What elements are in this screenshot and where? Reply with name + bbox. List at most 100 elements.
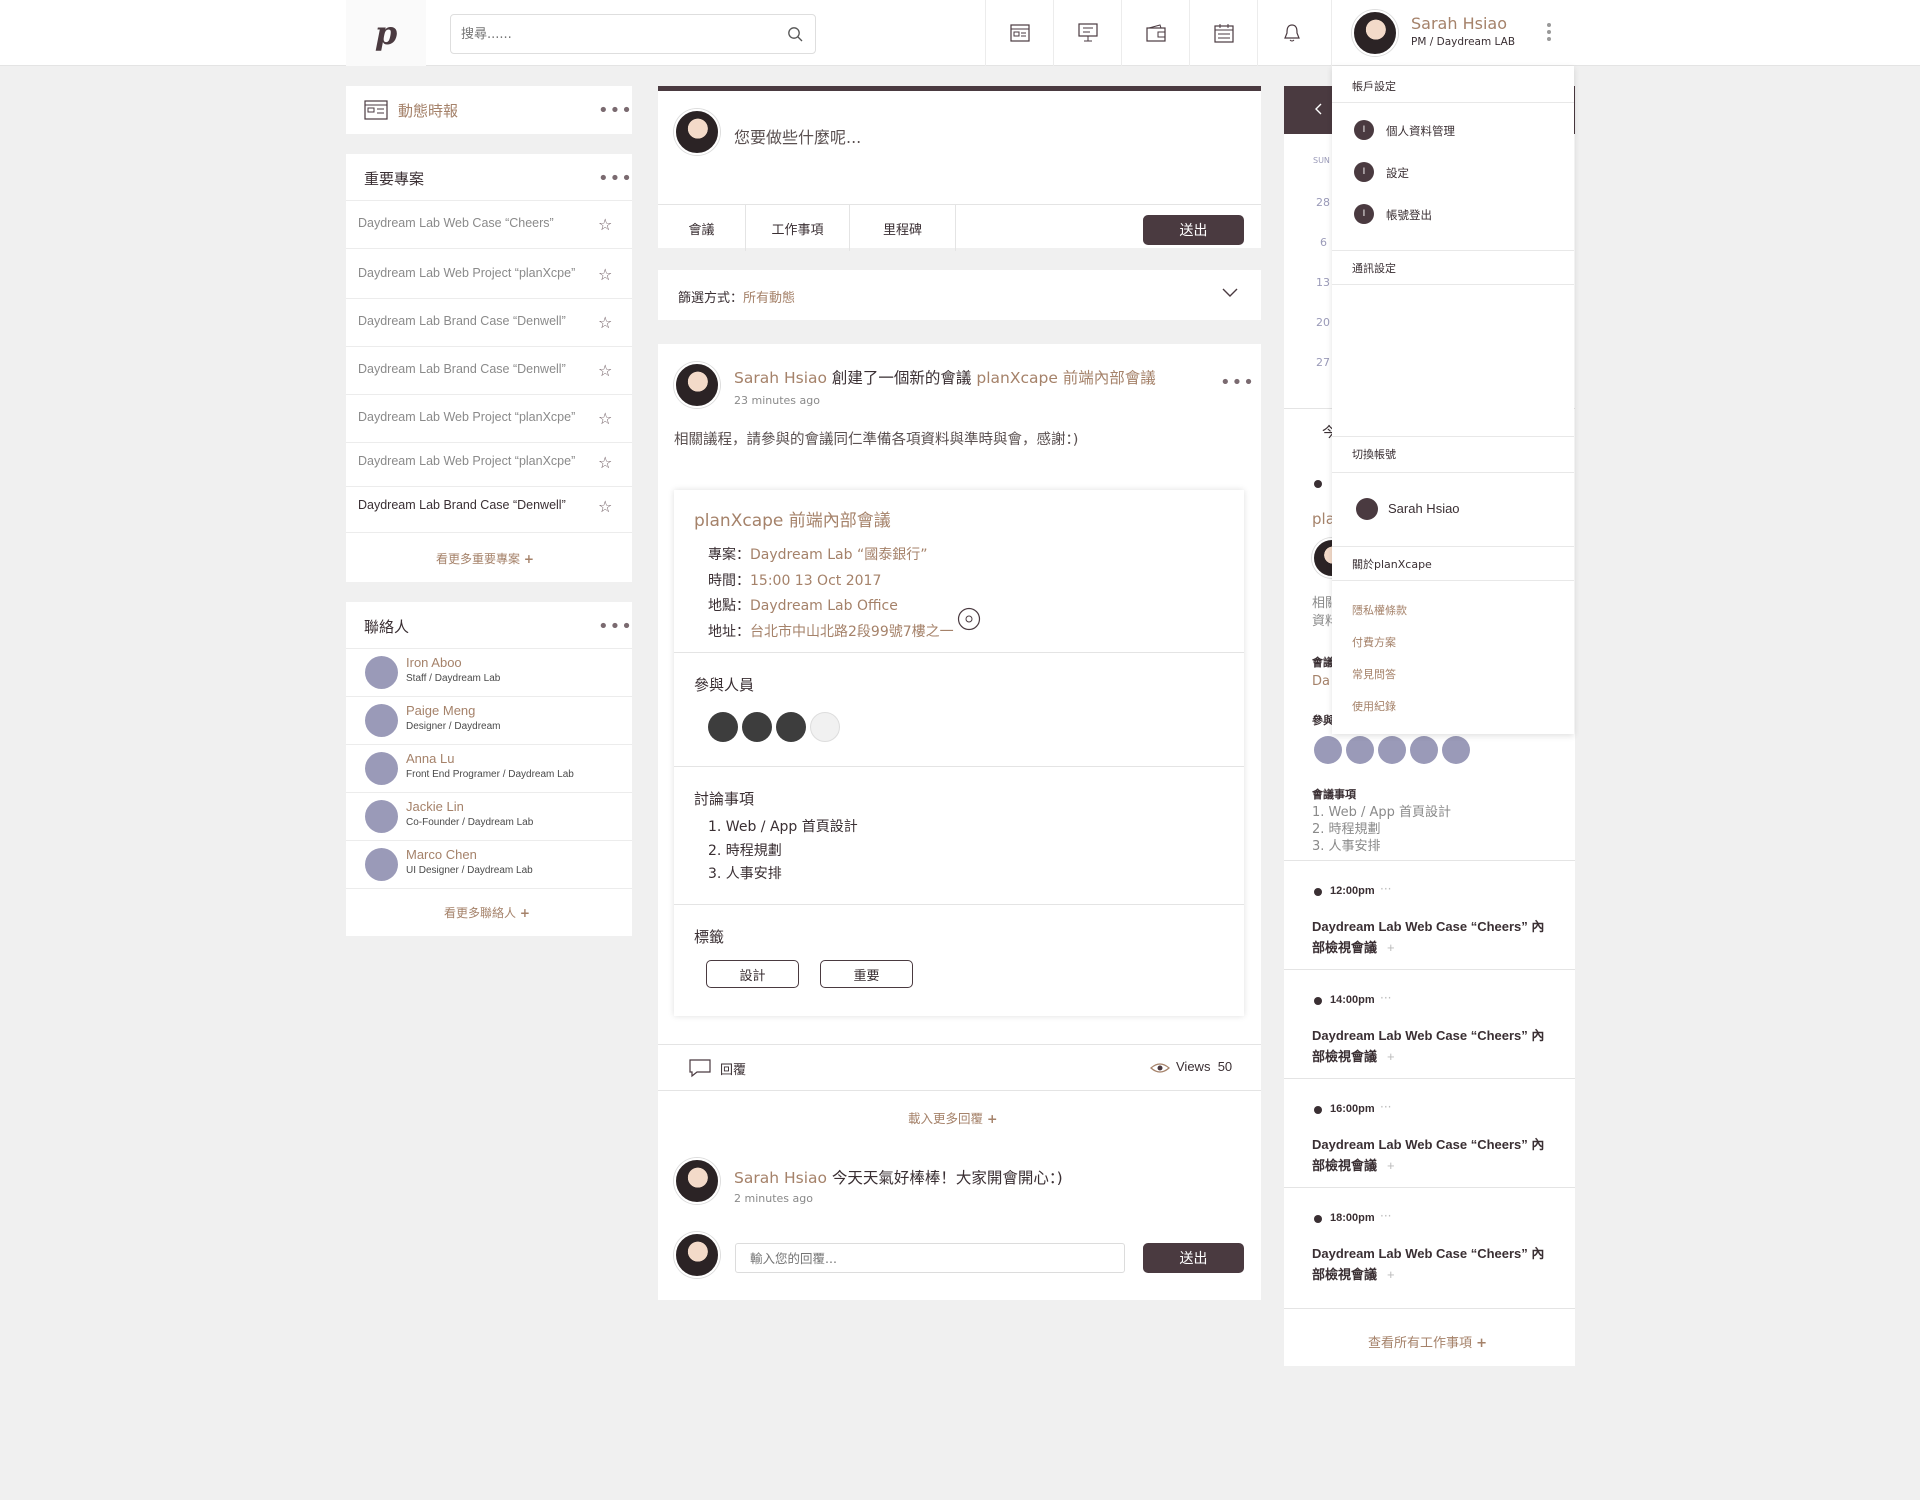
event-title[interactable]: Daydream Lab Web Case “Cheers” 內部檢視會議 + bbox=[1312, 1243, 1562, 1285]
map-pin-icon[interactable] bbox=[957, 607, 981, 631]
calendar-date[interactable]: 20 bbox=[1316, 316, 1330, 329]
contact-name[interactable]: Anna Lu bbox=[406, 751, 454, 766]
project-item[interactable]: Daydream Lab Brand Case “Denwell” bbox=[358, 498, 566, 512]
add-icon[interactable]: + bbox=[1387, 1158, 1395, 1173]
event-more-icon[interactable]: ··· bbox=[1380, 1100, 1391, 1114]
participant-avatar[interactable] bbox=[810, 712, 840, 742]
composer-input[interactable]: 您要做些什麼呢... bbox=[734, 124, 861, 148]
add-icon[interactable]: + bbox=[1387, 940, 1395, 955]
more-icon[interactable]: ••• bbox=[598, 170, 633, 188]
meeting-project[interactable]: Daydream Lab “國泰銀行” bbox=[750, 547, 927, 563]
calendar-date[interactable]: 6 bbox=[1320, 236, 1327, 249]
about-link[interactable]: 隱私權條款 bbox=[1352, 602, 1407, 618]
chevron-left-icon[interactable] bbox=[1314, 103, 1322, 115]
project-item[interactable]: Daydream Lab Brand Case “Denwell” bbox=[358, 362, 566, 376]
project-item[interactable]: Daydream Lab Web Project “planXcpe” bbox=[358, 454, 575, 468]
star-icon[interactable]: ☆ bbox=[598, 215, 612, 234]
comment-author[interactable]: Sarah Hsiao bbox=[734, 1169, 827, 1187]
event-title[interactable]: Daydream Lab Web Case “Cheers” 內部檢視會議 + bbox=[1312, 916, 1562, 958]
chevron-down-icon[interactable] bbox=[1222, 288, 1238, 298]
load-more-replies[interactable]: 載入更多回覆 + bbox=[908, 1108, 997, 1127]
news-feed-card[interactable]: 動態時報 ••• bbox=[346, 86, 632, 134]
reply-input[interactable] bbox=[750, 1244, 1120, 1272]
tab-meeting[interactable]: 會議 bbox=[658, 205, 746, 251]
calendar-date[interactable]: 13 bbox=[1316, 276, 1330, 289]
add-icon[interactable]: + bbox=[1387, 1049, 1395, 1064]
contact-avatar[interactable] bbox=[365, 656, 398, 689]
more-icon[interactable]: ••• bbox=[598, 618, 633, 636]
composer-submit-button[interactable]: 送出 bbox=[1143, 215, 1244, 245]
event-title[interactable]: Daydream Lab Web Case “Cheers” 內部檢視會議 + bbox=[1312, 1134, 1562, 1176]
event-more-icon[interactable]: ··· bbox=[1380, 1209, 1391, 1223]
participant-avatar[interactable] bbox=[776, 712, 806, 742]
participant-avatar[interactable] bbox=[1378, 736, 1406, 764]
post-author[interactable]: Sarah Hsiao bbox=[734, 369, 827, 387]
user-name[interactable]: Sarah Hsiao bbox=[1411, 14, 1507, 33]
participant-avatar[interactable] bbox=[1410, 736, 1438, 764]
star-icon[interactable]: ☆ bbox=[598, 453, 612, 472]
logout-menu-item[interactable]: 帳號登出 bbox=[1386, 207, 1432, 223]
participant-avatar[interactable] bbox=[1314, 736, 1342, 764]
contact-avatar[interactable] bbox=[365, 800, 398, 833]
profile-menu-item[interactable]: 個人資料管理 bbox=[1386, 123, 1455, 139]
presentation-icon[interactable] bbox=[1053, 0, 1121, 66]
contact-avatar[interactable] bbox=[365, 752, 398, 785]
contact-name[interactable]: Marco Chen bbox=[406, 847, 477, 862]
tag-important[interactable]: 重要 bbox=[820, 960, 913, 988]
participant-avatar[interactable] bbox=[742, 712, 772, 742]
post-target[interactable]: planXcape 前端內部會議 bbox=[976, 369, 1155, 387]
tag-design[interactable]: 設計 bbox=[706, 960, 799, 988]
calendar-date[interactable]: 28 bbox=[1316, 196, 1330, 209]
comment-author-avatar[interactable] bbox=[674, 1158, 720, 1204]
calendar-date[interactable]: 27 bbox=[1316, 356, 1330, 369]
tab-milestone[interactable]: 里程碑 bbox=[850, 205, 956, 251]
meeting-title[interactable]: planXcape 前端內部會議 bbox=[694, 506, 891, 531]
about-title[interactable]: 關於planXcape bbox=[1352, 556, 1432, 572]
contact-name[interactable]: Iron Aboo bbox=[406, 655, 462, 670]
settings-menu-item[interactable]: 設定 bbox=[1386, 165, 1409, 181]
star-icon[interactable]: ☆ bbox=[598, 265, 612, 284]
event-title[interactable]: Daydream Lab Web Case “Cheers” 內部檢視會議 + bbox=[1312, 1025, 1562, 1067]
news-icon[interactable] bbox=[985, 0, 1053, 66]
search-input[interactable] bbox=[461, 15, 761, 53]
reply-button[interactable]: 回覆 bbox=[720, 1059, 746, 1078]
user-avatar[interactable] bbox=[1352, 10, 1398, 56]
search-icon[interactable] bbox=[787, 26, 803, 42]
participant-avatar[interactable] bbox=[1442, 736, 1470, 764]
switch-account-avatar[interactable] bbox=[1356, 498, 1378, 520]
more-projects-link[interactable]: 看更多重要專案 + bbox=[436, 550, 534, 567]
all-tasks-link[interactable]: 查看所有工作事項 + bbox=[1368, 1332, 1487, 1351]
about-link[interactable]: 付費方案 bbox=[1352, 634, 1396, 650]
contact-avatar[interactable] bbox=[365, 848, 398, 881]
event-more-icon[interactable]: ··· bbox=[1380, 882, 1391, 896]
calendar-icon[interactable] bbox=[1189, 0, 1257, 66]
about-link[interactable]: 常見問答 bbox=[1352, 666, 1396, 682]
star-icon[interactable]: ☆ bbox=[598, 313, 612, 332]
kebab-menu-icon[interactable] bbox=[1546, 22, 1552, 42]
more-contacts-link[interactable]: 看更多聯絡人 + bbox=[444, 904, 530, 921]
notification-settings[interactable]: 通訊設定 bbox=[1352, 260, 1396, 276]
contact-avatar[interactable] bbox=[365, 704, 398, 737]
post-author-avatar[interactable] bbox=[674, 362, 720, 408]
filter-bar[interactable]: 篩選方式：所有動態 bbox=[658, 270, 1261, 320]
star-icon[interactable]: ☆ bbox=[598, 409, 612, 428]
project-item[interactable]: Daydream Lab Web Project “planXcpe” bbox=[358, 266, 575, 280]
wallet-icon[interactable] bbox=[1121, 0, 1189, 66]
participant-avatar[interactable] bbox=[1346, 736, 1374, 764]
contact-name[interactable]: Jackie Lin bbox=[406, 799, 464, 814]
contact-name[interactable]: Paige Meng bbox=[406, 703, 475, 718]
project-item[interactable]: Daydream Lab Web Project “planXcpe” bbox=[358, 410, 575, 424]
project-item[interactable]: Daydream Lab Brand Case “Denwell” bbox=[358, 314, 566, 328]
post-more-icon[interactable]: ••• bbox=[1220, 374, 1255, 392]
event-more-icon[interactable]: ··· bbox=[1380, 991, 1391, 1005]
star-icon[interactable]: ☆ bbox=[598, 361, 612, 380]
bell-icon[interactable] bbox=[1257, 0, 1325, 66]
comment-icon[interactable] bbox=[688, 1058, 712, 1078]
participant-avatar[interactable] bbox=[708, 712, 738, 742]
about-link[interactable]: 使用紀錄 bbox=[1352, 698, 1396, 714]
more-icon[interactable]: ••• bbox=[598, 102, 633, 120]
app-logo[interactable]: p bbox=[346, 0, 426, 66]
switch-account-user[interactable]: Sarah Hsiao bbox=[1388, 501, 1460, 516]
reply-submit-button[interactable]: 送出 bbox=[1143, 1243, 1244, 1273]
project-item[interactable]: Daydream Lab Web Case “Cheers” bbox=[358, 216, 554, 230]
